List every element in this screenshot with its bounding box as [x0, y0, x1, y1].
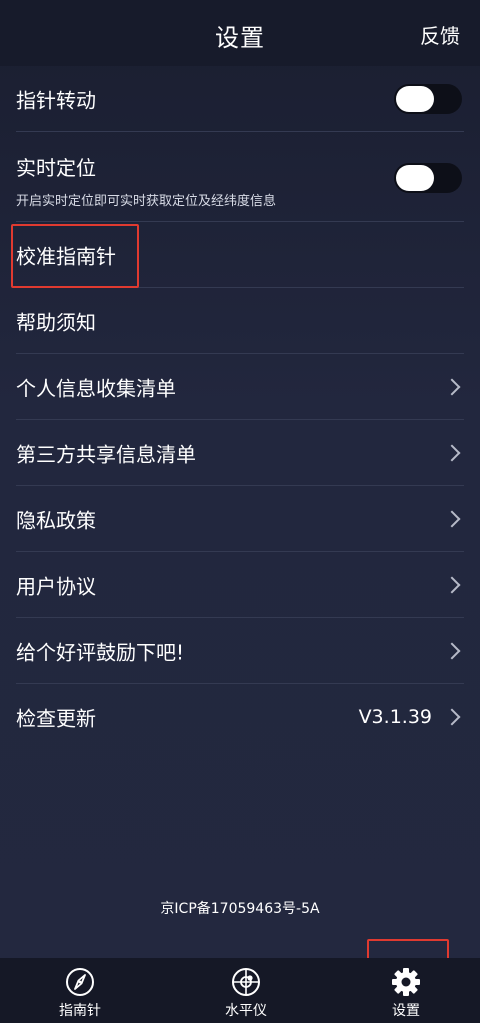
user-agreement-label: 用户协议 [16, 574, 96, 598]
setting-realtime-location: 实时定位 开启实时定位即可实时获取定位及经纬度信息 [16, 132, 464, 222]
setting-check-update[interactable]: 检查更新 V3.1.39 [16, 684, 464, 750]
privacy-policy-label: 隐私政策 [16, 508, 96, 532]
setting-user-agreement[interactable]: 用户协议 [16, 552, 464, 618]
realtime-location-toggle[interactable] [394, 163, 462, 193]
feedback-button[interactable]: 反馈 [420, 20, 460, 49]
setting-third-party-list[interactable]: 第三方共享信息清单 [16, 420, 464, 486]
pointer-rotation-label: 指针转动 [16, 88, 96, 112]
setting-calibrate-compass[interactable]: 校准指南针 [16, 222, 464, 288]
toggle-knob [396, 85, 434, 112]
personal-info-label: 个人信息收集清单 [16, 376, 176, 400]
calibrate-compass-label: 校准指南针 [16, 244, 116, 268]
level-icon [232, 968, 260, 996]
settings-list: 指针转动 实时定位 开启实时定位即可实时获取定位及经纬度信息 校准指南针 帮助须… [0, 66, 480, 750]
bottom-tab-bar: 指南针 水平仪 设置 [0, 958, 480, 1023]
setting-help[interactable]: 帮助须知 [16, 288, 464, 354]
setting-rate-app[interactable]: 给个好评鼓励下吧! [16, 618, 464, 684]
third-party-label: 第三方共享信息清单 [16, 442, 196, 466]
page-title: 设置 [215, 24, 265, 52]
chevron-right-icon [443, 444, 461, 461]
tab-level[interactable]: 水平仪 [186, 958, 306, 1023]
chevron-right-icon [443, 708, 461, 726]
realtime-location-description: 开启实时定位即可实时获取定位及经纬度信息 [16, 194, 277, 209]
setting-privacy-policy[interactable]: 隐私政策 [16, 486, 464, 552]
chevron-right-icon [443, 510, 461, 527]
setting-pointer-rotation: 指针转动 [16, 66, 464, 132]
chevron-right-icon [443, 642, 461, 659]
tab-compass-label: 指南针 [59, 1003, 101, 1019]
header-bar: 设置 反馈 [0, 0, 480, 66]
setting-personal-info-list[interactable]: 个人信息收集清单 [16, 354, 464, 420]
realtime-location-label: 实时定位 [16, 156, 96, 180]
tab-settings-label: 设置 [392, 1003, 420, 1019]
gear-icon [392, 968, 420, 996]
chevron-right-icon [443, 378, 461, 395]
icp-license-text: 京ICP备17059463号-5A [160, 901, 320, 917]
chevron-right-icon [443, 576, 461, 593]
tab-compass[interactable]: 指南针 [20, 958, 140, 1023]
tab-settings[interactable]: 设置 [346, 958, 466, 1023]
toggle-knob [396, 165, 434, 191]
settings-page: 设置 反馈 指针转动 实时定位 开启实时定位即可实时获取定位及经纬度信息 校准指… [0, 0, 480, 1023]
version-text: V3.1.39 [358, 706, 432, 728]
help-label: 帮助须知 [16, 310, 96, 334]
pointer-rotation-toggle[interactable] [394, 83, 462, 114]
compass-icon [66, 968, 94, 996]
rate-app-label: 给个好评鼓励下吧! [16, 640, 185, 664]
check-update-label: 检查更新 [16, 706, 96, 731]
tab-level-label: 水平仪 [225, 1003, 267, 1019]
